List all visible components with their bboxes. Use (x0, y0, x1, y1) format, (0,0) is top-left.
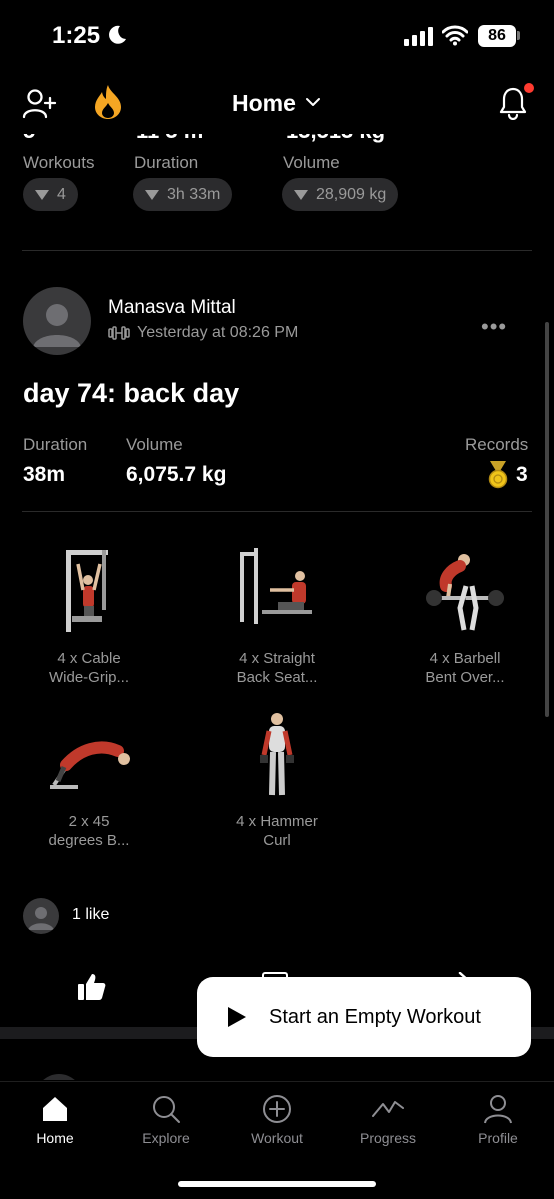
search-icon (153, 1096, 180, 1123)
metric-value-duration: 38m (23, 463, 66, 486)
battery-tip (517, 31, 520, 40)
thumbs-up-icon[interactable] (77, 972, 107, 1002)
exercise-illustration (260, 713, 294, 796)
chevron-down-icon[interactable] (305, 96, 321, 108)
post-user-name[interactable]: Manasva Mittal (108, 297, 236, 319)
metric-value-volume: 6,075.7 kg (126, 463, 227, 486)
summary-duration-value: 11 3 m (136, 134, 203, 144)
summary-volume-value: 13,513 kg (286, 134, 385, 144)
status-time: 1:25 (52, 22, 101, 49)
tab-explore[interactable]: Explore (116, 1094, 216, 1146)
plus-circle-icon (263, 1095, 291, 1123)
trend-value: 28,909 kg (316, 186, 387, 203)
exercise-illustration (66, 550, 108, 632)
stat-label-workouts: Workouts (23, 153, 95, 172)
tab-profile[interactable]: Profile (448, 1094, 548, 1146)
moon-icon (109, 25, 126, 44)
chart-icon (372, 1101, 404, 1117)
trend-value: 4 (57, 186, 66, 203)
dumbbell-icon (108, 326, 130, 340)
post-timestamp: Yesterday at 08:26 PM (137, 324, 299, 341)
exercise-card[interactable]: 4 x Barbell Bent Over... (390, 546, 540, 687)
divider (22, 250, 532, 251)
exercise-card[interactable]: 4 x Straight Back Seat... (202, 546, 352, 687)
exercise-illustration (240, 548, 312, 624)
exercise-label: 4 x Barbell Bent Over... (425, 650, 505, 686)
trend-badge-duration: 3h 33m (133, 178, 233, 211)
exercise-card[interactable]: 4 x Hammer Curl (202, 709, 352, 850)
tab-progress[interactable]: Progress (338, 1094, 438, 1146)
triangle-down-icon (294, 189, 308, 200)
exercise-label: 2 x 45 degrees B... (48, 813, 130, 849)
divider (22, 511, 532, 512)
home-icon (43, 1097, 67, 1121)
metric-value-records: 3 (516, 463, 528, 486)
tab-workout[interactable]: Workout (227, 1094, 327, 1146)
start-empty-workout-button[interactable]: Start an Empty Workout (197, 977, 531, 1057)
more-options-icon[interactable]: ••• (481, 314, 507, 340)
trend-badge-workouts: 4 (23, 178, 78, 211)
trend-badge-volume: 28,909 kg (282, 178, 399, 211)
bell-icon[interactable] (498, 86, 528, 120)
exercise-label: 4 x Cable Wide-Grip... (48, 650, 129, 686)
home-title[interactable]: Home (232, 90, 296, 117)
exercise-illustration (50, 741, 130, 789)
start-empty-workout-label: Start an Empty Workout (269, 1005, 481, 1028)
exercise-label: 4 x Straight Back Seat... (236, 650, 318, 686)
stat-label-duration: Duration (134, 153, 199, 172)
exercise-card[interactable]: 4 x Cable Wide-Grip... (14, 546, 164, 687)
wifi-icon (442, 25, 468, 46)
metric-label-volume: Volume (126, 435, 183, 454)
liker-avatar[interactable] (23, 898, 59, 934)
avatar[interactable] (23, 287, 91, 355)
likes-count[interactable]: 1 like (72, 906, 109, 924)
exercise-illustration (426, 554, 504, 631)
default-avatar-icon (28, 907, 54, 930)
battery-indicator: 86 (478, 25, 516, 47)
exercise-label: 4 x Hammer Curl (236, 813, 318, 849)
streak-flame-icon[interactable] (92, 84, 124, 120)
status-bar: 1:25 86 (0, 0, 554, 72)
metric-label-records: Records (465, 435, 529, 454)
trend-value: 3h 33m (167, 186, 221, 203)
person-icon (484, 1095, 512, 1124)
default-avatar-icon (33, 304, 81, 347)
cellular-signal-icon (404, 27, 433, 46)
avatar[interactable] (35, 1074, 83, 1080)
feed[interactable]: 5 11 3 m 13,513 kg Workouts Duration Vol… (0, 134, 554, 1080)
notification-badge (524, 83, 534, 93)
add-friend-icon[interactable] (22, 88, 58, 120)
home-indicator[interactable] (178, 1181, 376, 1187)
stat-label-volume: Volume (283, 153, 340, 172)
medal-icon (488, 461, 508, 489)
triangle-down-icon (145, 189, 159, 200)
play-icon (228, 1007, 246, 1027)
workout-title[interactable]: day 74: back day (23, 378, 239, 409)
scrollbar[interactable] (545, 322, 549, 717)
metric-label-duration: Duration (23, 435, 88, 454)
tab-home[interactable]: Home (5, 1094, 105, 1146)
triangle-down-icon (35, 189, 49, 200)
summary-workouts-value: 5 (23, 134, 35, 144)
top-header: Home (0, 72, 554, 134)
exercise-card[interactable]: 2 x 45 degrees B... (14, 709, 164, 850)
